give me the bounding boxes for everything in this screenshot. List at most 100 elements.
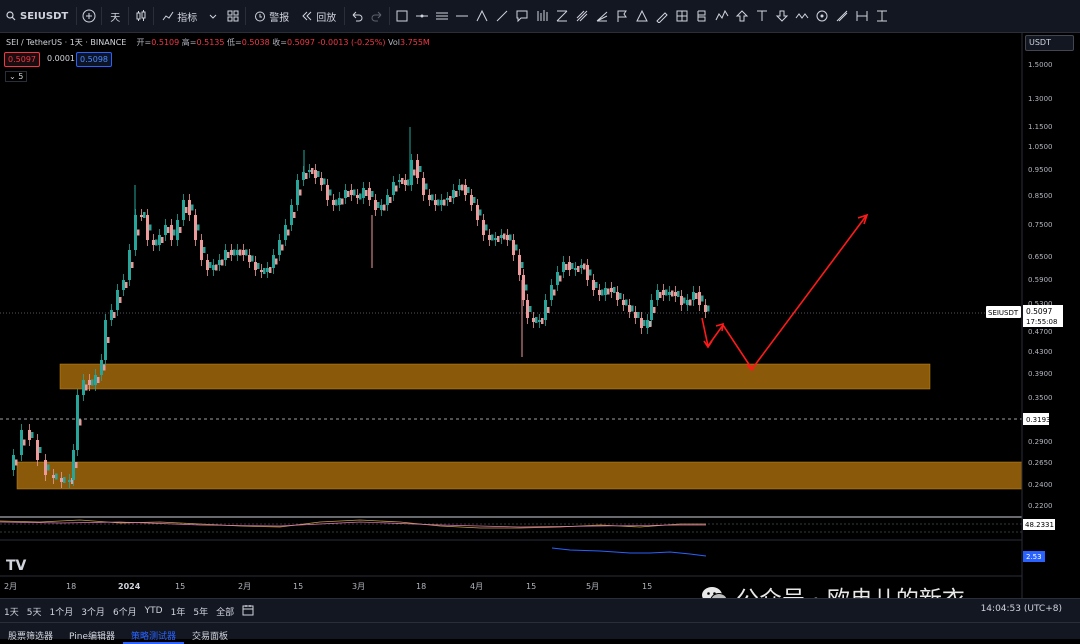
candle-body [194, 215, 197, 240]
undo-icon[interactable] [347, 0, 367, 32]
candle-body [104, 320, 107, 360]
indicator-templates-icon[interactable] [203, 0, 223, 32]
candle-body [311, 168, 314, 174]
brush-icon[interactable] [652, 0, 672, 32]
candle-body [260, 270, 263, 272]
alert-label: 警报 [269, 12, 290, 24]
rectangle-tool-icon[interactable] [392, 0, 412, 32]
pitchfork-icon[interactable] [572, 0, 592, 32]
timeframe-5y[interactable]: 5年 [189, 605, 212, 618]
timeframe-all[interactable]: 全部 [212, 605, 238, 618]
price-tick-label: 1.5000 [1028, 61, 1053, 69]
candle-body [500, 235, 503, 238]
time-tick-label: 15 [293, 582, 303, 591]
text-tool-icon[interactable] [752, 0, 772, 32]
candle-body [173, 229, 176, 236]
triangle-pattern-icon[interactable] [632, 0, 652, 32]
indicator-count: 5 [18, 72, 24, 81]
elliott-wave-icon[interactable] [712, 0, 732, 32]
interval-button[interactable]: 天 [104, 0, 126, 32]
horizontal-line-icon[interactable] [452, 0, 472, 32]
price-tick-label: 0.5900 [1028, 276, 1053, 284]
alert-button[interactable]: 警报 [248, 0, 295, 32]
indicators-icon [162, 11, 174, 21]
timeframe-3m[interactable]: 3个月 [77, 605, 109, 618]
tab-pine-editor[interactable]: Pine编辑器 [61, 623, 123, 642]
price-range-icon[interactable] [872, 0, 892, 32]
arrow-down-icon[interactable] [772, 0, 792, 32]
layout-grid-icon[interactable] [223, 0, 243, 32]
candle-body [218, 260, 221, 265]
timeframe-1m[interactable]: 1个月 [45, 605, 77, 618]
redo-icon[interactable] [367, 0, 387, 32]
price-axis[interactable]: 1.5000 1.3000 1.1500 1.0500 0.9500 0.8500 0.75… [1028, 61, 1053, 510]
candle-body [565, 264, 568, 270]
gann-fan-icon[interactable] [592, 0, 612, 32]
candle-body [422, 178, 425, 195]
date-range-icon[interactable] [852, 0, 872, 32]
pair-label[interactable]: SEI / TetherUS · 1天 · BINANCE [6, 38, 126, 47]
candle-body [586, 265, 589, 280]
measure-icon[interactable] [672, 0, 692, 32]
price-tick-label: 1.3000 [1028, 95, 1053, 103]
callout-icon[interactable] [512, 0, 532, 32]
candle-body [583, 263, 586, 270]
price-tick-label: 0.8500 [1028, 192, 1053, 200]
candle-body [568, 262, 571, 270]
price-tick-label: 0.2650 [1028, 459, 1053, 467]
candle-body [125, 282, 128, 288]
tab-strategy-tester[interactable]: 策略测试器 [123, 623, 185, 644]
goto-date-icon[interactable] [238, 604, 258, 619]
timeframe-ytd[interactable]: YTD [141, 606, 167, 616]
timeframe-6m[interactable]: 6个月 [109, 605, 141, 618]
timeframe-1y[interactable]: 1年 [167, 605, 190, 618]
buy-price-button[interactable]: 0.5098 [76, 52, 112, 67]
candle-body [188, 200, 191, 215]
zigzag-icon[interactable] [792, 0, 812, 32]
bars-pattern-icon[interactable] [532, 0, 552, 32]
add-symbol-icon[interactable] [79, 0, 99, 32]
replay-button[interactable]: 回放 [295, 0, 342, 32]
indicators-button[interactable]: 指标 [156, 0, 203, 32]
candle-body [266, 268, 269, 272]
tab-stock-screener[interactable]: 股票筛选器 [0, 623, 61, 642]
candle-body [580, 265, 583, 268]
timeframe-5d[interactable]: 5天 [23, 605, 46, 618]
indicators-label: 指标 [177, 12, 198, 24]
support-zone-lower[interactable] [16, 461, 1023, 490]
currency-selector[interactable]: USDT [1025, 35, 1074, 51]
candle-body [230, 250, 233, 255]
candle-body [305, 173, 308, 179]
candle-body [52, 475, 55, 478]
horizontal-ray-icon[interactable] [412, 0, 432, 32]
ruler-icon[interactable] [832, 0, 852, 32]
time-axis[interactable]: 2月 18 2024 15 2月 15 3月 18 4月 15 5月 15 [4, 582, 652, 591]
sell-price-button[interactable]: 0.5097 [4, 52, 40, 67]
symbol-search[interactable]: SEIUSDT [0, 0, 74, 32]
candle-series [12, 127, 710, 488]
indicators-collapse-toggle[interactable]: ⌄ 5 [5, 71, 28, 82]
parallel-lines-icon[interactable] [432, 0, 452, 32]
candle-body [595, 282, 598, 288]
flag-icon[interactable] [612, 0, 632, 32]
projection-arrows[interactable] [701, 213, 869, 372]
candle-body [637, 312, 640, 318]
price-tick-label: 0.4300 [1028, 348, 1053, 356]
arrow-up-icon[interactable] [732, 0, 752, 32]
candle-body [215, 264, 218, 271]
candle-body [695, 293, 698, 299]
support-zone-upper[interactable] [59, 363, 931, 390]
timeframe-1d[interactable]: 1天 [0, 605, 23, 618]
fib-icon[interactable] [552, 0, 572, 32]
position-icon[interactable] [692, 0, 712, 32]
clock-timezone[interactable]: 14:04:53 (UTC+8) [981, 604, 1062, 614]
target-icon[interactable] [812, 0, 832, 32]
tradingview-logo[interactable]: TV [6, 558, 26, 574]
trend-angle-icon[interactable] [472, 0, 492, 32]
price-chart[interactable]: 1.5000 1.3000 1.1500 1.0500 0.9500 0.8500 0.75… [0, 33, 1080, 598]
candle-body [44, 460, 47, 475]
tab-trading-panel[interactable]: 交易面板 [184, 623, 236, 642]
candle-style-icon[interactable] [131, 0, 151, 32]
candle-body [257, 263, 260, 269]
trend-line-icon[interactable] [492, 0, 512, 32]
